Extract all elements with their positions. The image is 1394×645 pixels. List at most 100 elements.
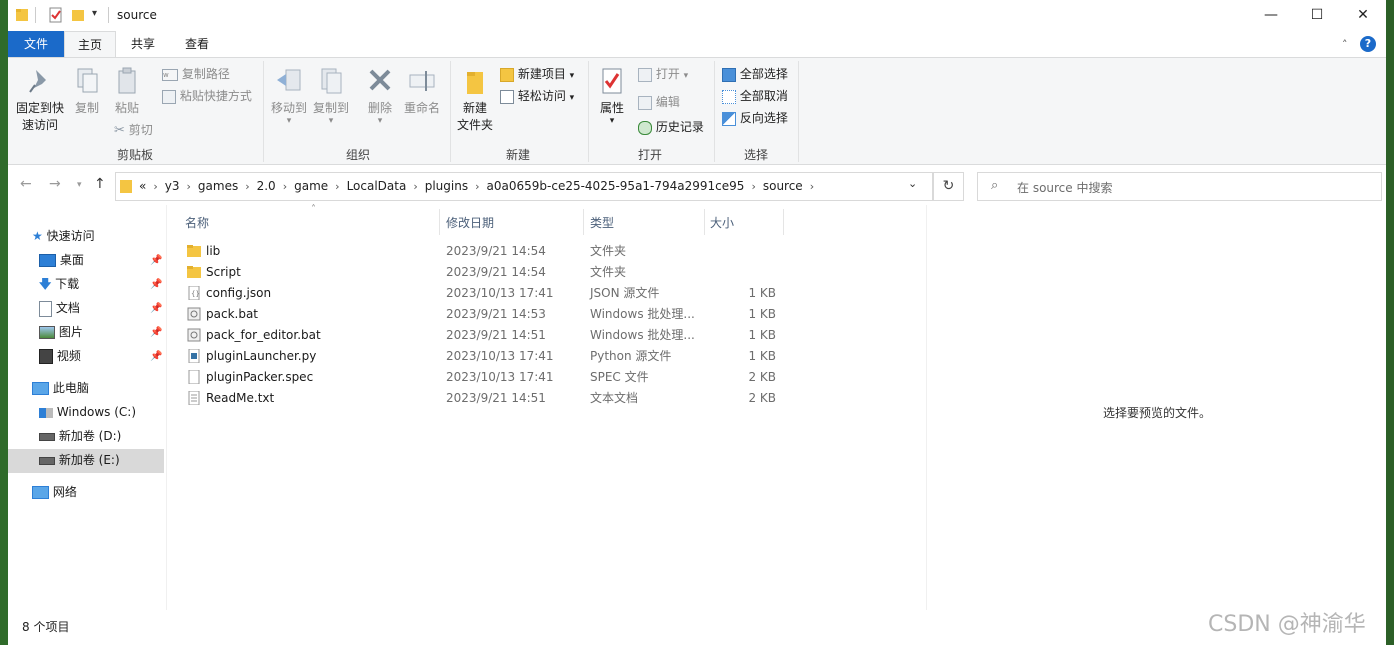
nav-item-videos[interactable]: 视频 [39,344,81,368]
svg-text:{}: {} [191,290,200,298]
rename-button[interactable]: 重命名 [402,66,442,116]
new-folder-icon[interactable] [71,7,85,23]
paste-shortcut-button[interactable]: 粘贴快捷方式 [162,87,252,104]
nav-item-quick-access[interactable]: ★ 快速访问 [32,224,95,248]
breadcrumb-chevron-icon[interactable]: › [413,180,417,193]
breadcrumb-item[interactable]: game [294,179,328,193]
new-item-dropdown-icon: ▾ [569,71,575,81]
breadcrumb-chevron-icon[interactable]: › [245,180,249,193]
file-row[interactable]: pack_for_editor.bat 2023/9/21 14:51 Window… [178,325,788,346]
history-button[interactable]: 历史记录 [638,118,704,135]
copy-to-button[interactable]: 复制到 ▾ [310,66,352,126]
move-to-button[interactable]: 移动到 ▾ [268,66,310,126]
properties-icon [602,68,622,94]
open-button[interactable]: 打开 ▾ [638,65,688,82]
breadcrumb-item[interactable]: games [198,179,238,193]
maximize-button[interactable]: ☐ [1294,0,1340,31]
nav-item-this-pc[interactable]: 此电脑 [32,376,89,400]
edit-label: 编辑 [655,95,680,109]
column-header-date[interactable]: 修改日期 [446,214,494,231]
cut-button[interactable]: ✂ 剪切 [114,121,153,138]
breadcrumb-item[interactable]: y3 [165,179,180,193]
nav-item-downloads[interactable]: 🡇 下载 [39,272,79,296]
nav-label: 新加卷 (E:) [58,453,120,467]
help-icon[interactable]: ? [1360,36,1376,52]
invert-selection-button[interactable]: 反向选择 [722,109,788,126]
recent-locations-icon[interactable]: ▾ [77,180,82,190]
search-input[interactable]: 在 source 中搜索 [1017,179,1112,196]
select-none-button[interactable]: 全部取消 [722,87,788,104]
column-separator[interactable] [783,209,784,235]
ribbon-separator [263,61,264,162]
qa-dropdown-icon[interactable]: ▾ [92,8,97,19]
nav-item-network[interactable]: 网络 [32,480,77,504]
file-row[interactable]: pluginPacker.spec 2023/10/13 17:41 SPEC 文件… [178,367,788,388]
nav-label: 桌面 [59,253,84,267]
file-row[interactable]: ReadMe.txt 2023/9/21 14:51 文本文档 2 KB [178,388,788,409]
column-separator[interactable] [439,209,440,235]
refresh-button[interactable]: ↻ [933,172,964,201]
minimize-button[interactable]: — [1248,0,1294,31]
pinned-icon: 📌 [150,351,163,362]
copy-path-button[interactable]: w 复制路径 [162,65,230,82]
nav-item-documents[interactable]: 文档 [39,296,80,320]
breadcrumb-chevron-icon[interactable]: › [810,180,814,193]
file-row[interactable]: pluginLauncher.py 2023/10/13 17:41 Python … [178,346,788,367]
breadcrumb-item[interactable]: plugins [425,179,468,193]
nav-label: Windows (C:) [56,405,136,419]
breadcrumb-item[interactable]: a0a0659b-ce25-4025-95a1-794a2991ce95 [487,179,745,193]
select-all-button[interactable]: 全部选择 [722,65,788,82]
forward-arrow-icon[interactable]: → [49,176,61,192]
tab-view[interactable]: 查看 [172,31,222,57]
tab-home[interactable]: 主页 [64,31,116,57]
breadcrumb-chevron-icon[interactable]: › [475,180,479,193]
breadcrumb-chevron-icon[interactable]: › [153,180,157,193]
nav-item-desktop[interactable]: 桌面 [39,248,84,272]
back-arrow-icon[interactable]: ← [20,176,32,192]
breadcrumb-item[interactable]: LocalData [347,179,407,193]
nav-item-drive-c[interactable]: Windows (C:) [39,400,136,424]
breadcrumb-chevron-icon[interactable]: › [335,180,339,193]
breadcrumb-chevron-icon[interactable]: › [283,180,287,193]
pin-quick-access-button[interactable]: 固定到快 速访问 [12,66,68,133]
breadcrumb-overflow[interactable]: « [139,179,146,193]
file-row[interactable]: lib 2023/9/21 14:54 文件夹 [178,241,788,262]
move-to-label: 移动到 [270,101,307,115]
address-dropdown-icon[interactable]: ⌄ [908,177,917,190]
collapse-ribbon-icon[interactable]: ˄ [1342,38,1348,51]
tab-file[interactable]: 文件 [8,31,64,57]
edit-button[interactable]: 编辑 [638,93,680,110]
delete-button[interactable]: 删除 ▾ [360,66,400,126]
file-date: 2023/9/21 14:51 [446,328,546,342]
breadcrumb-item[interactable]: source [763,179,803,193]
breadcrumb-chevron-icon[interactable]: › [187,180,191,193]
up-arrow-icon[interactable]: ↑ [94,176,106,192]
column-separator[interactable] [583,209,584,235]
paste-button[interactable]: 粘贴 [110,66,144,116]
properties-check-icon[interactable] [49,7,63,23]
nav-item-pictures[interactable]: 图片 [39,320,83,344]
file-size: 1 KB [748,286,776,300]
column-header-type[interactable]: 类型 [590,214,614,231]
nav-item-drive-e[interactable]: 新加卷 (E:) [39,448,120,472]
breadcrumb-item[interactable]: 2.0 [257,179,276,193]
select-group-label: 选择 [743,148,768,162]
new-folder-button[interactable]: 新建 文件夹 [454,66,496,133]
preview-pane-divider[interactable] [926,205,927,610]
column-separator[interactable] [704,209,705,235]
column-header-name[interactable]: 名称 [185,214,209,231]
properties-button[interactable]: 属性 ▾ [592,66,632,126]
nav-item-drive-d[interactable]: 新加卷 (D:) [39,424,121,448]
new-item-button[interactable]: 新建项目 ▾ [500,65,574,82]
column-header-size[interactable]: 大小 [710,214,734,231]
file-name: Script [206,265,241,279]
file-row[interactable]: Script 2023/9/21 14:54 文件夹 [178,262,788,283]
file-row[interactable]: {} config.json 2023/10/13 17:41 JSON 源文件 1 K… [178,283,788,304]
close-button[interactable]: ✕ [1340,0,1386,31]
easy-access-button[interactable]: 轻松访问 ▾ [500,87,574,104]
copy-button[interactable]: 复制 [70,66,104,116]
tab-share[interactable]: 共享 [118,31,168,57]
breadcrumb-chevron-icon[interactable]: › [751,180,755,193]
desktop-icon [39,254,56,267]
file-row[interactable]: pack.bat 2023/9/21 14:53 Windows 批处理... 1 K… [178,304,788,325]
